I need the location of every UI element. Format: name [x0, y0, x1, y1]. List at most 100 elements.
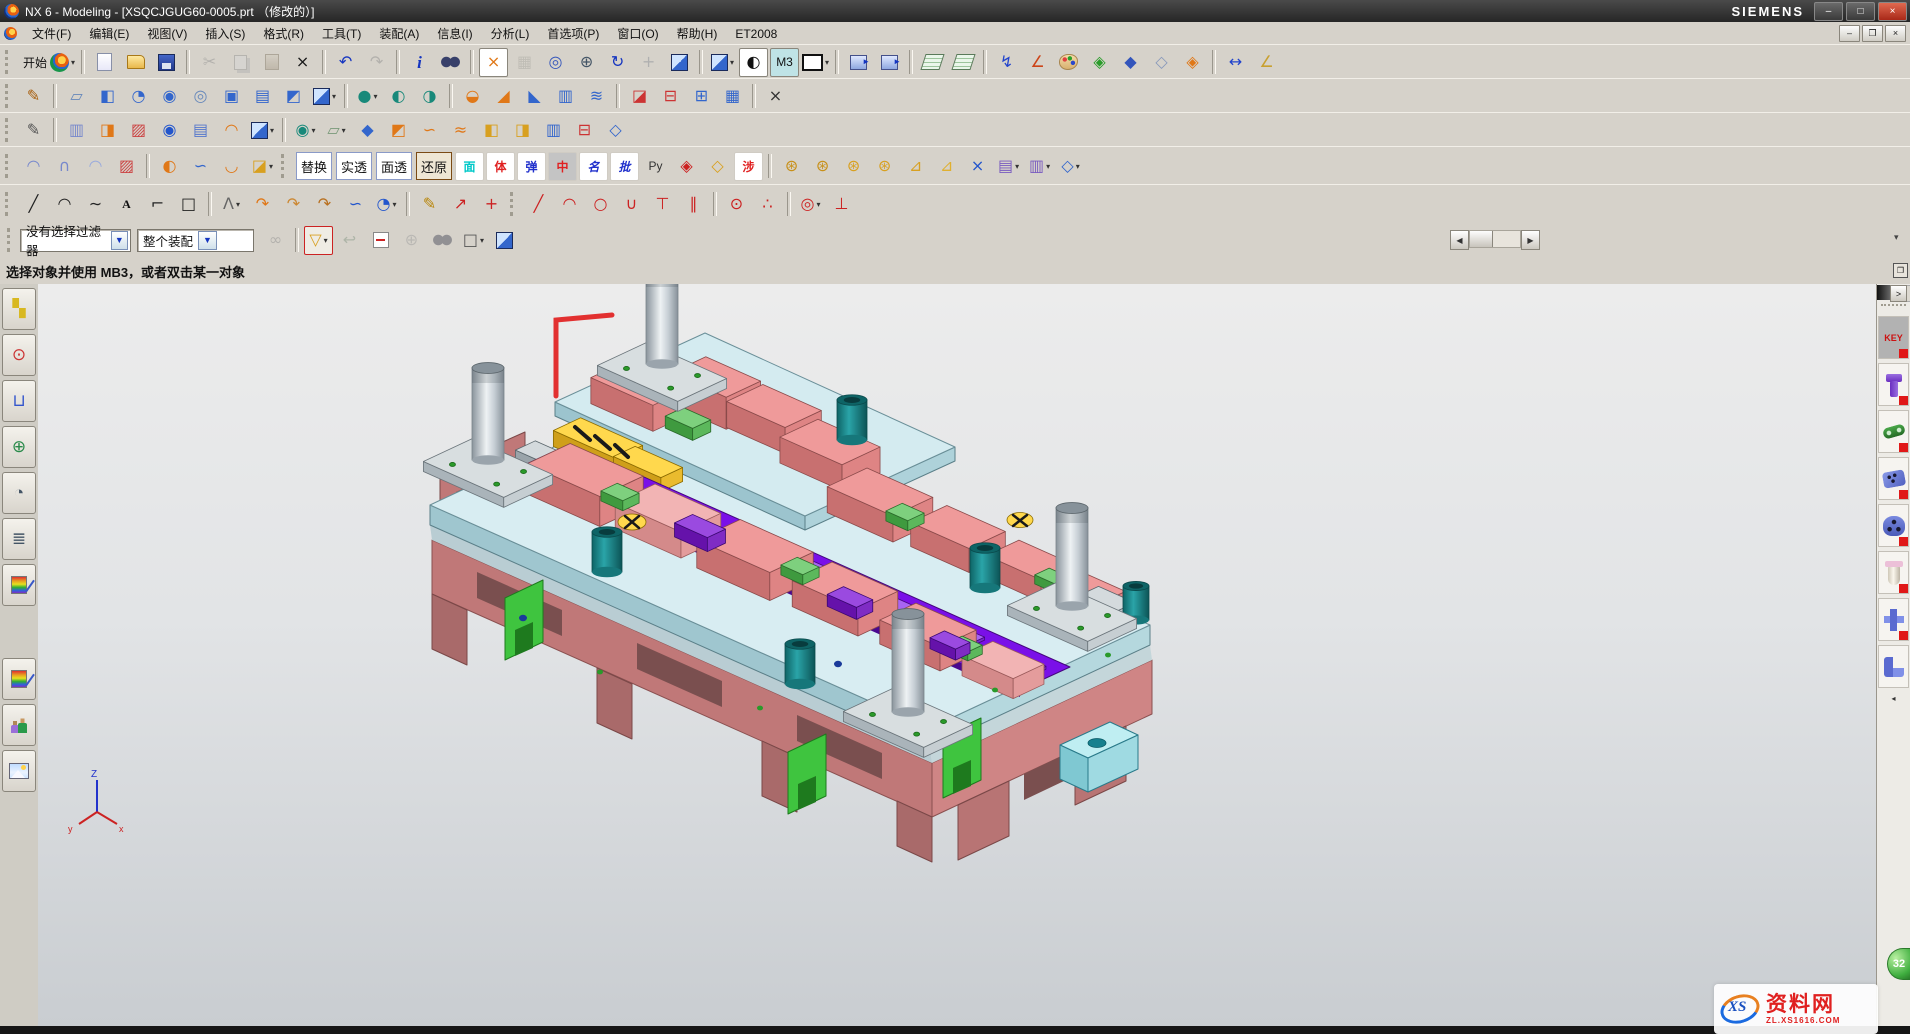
studio-surface-icon[interactable]: ◐ [155, 152, 184, 181]
dropdown-arrow-icon[interactable]: ▾ [373, 92, 377, 101]
palette-item-punch[interactable] [1878, 363, 1909, 406]
draft-check-icon[interactable]: ⊿ [901, 152, 930, 181]
edit-curve-icon[interactable]: ✎ [415, 190, 444, 219]
menu-item[interactable]: 工具(T) [313, 25, 370, 43]
menu-item[interactable]: 首选项(P) [538, 25, 608, 43]
scroll-left-button[interactable]: ◀ [1450, 230, 1469, 250]
panel-grip[interactable] [1881, 304, 1906, 312]
toolbar-grip[interactable] [5, 50, 13, 74]
palette-item-elbow[interactable] [1878, 645, 1909, 688]
mirror-feature-icon[interactable]: ⊞ [687, 82, 716, 111]
s-blend-icon[interactable]: ∽ [415, 116, 444, 145]
part-navigator-icon[interactable]: ⊔ [2, 380, 36, 422]
extend-curve-icon[interactable]: + [477, 190, 506, 219]
copy-icon[interactable] [226, 48, 255, 77]
menu-item[interactable]: 格式(R) [254, 25, 313, 43]
close-table-icon[interactable]: × [963, 152, 992, 181]
delete-icon[interactable]: × [288, 48, 317, 77]
chamfer-icon[interactable]: ◢ [489, 82, 518, 111]
menu-item[interactable]: ET2008 [726, 25, 786, 43]
angle-check-icon[interactable]: ⊿ [932, 152, 961, 181]
red-cube-icon[interactable]: ◈ [672, 152, 701, 181]
trim-body-icon[interactable]: ◪ [625, 82, 654, 111]
roles-icon[interactable] [2, 704, 36, 746]
n-side-surface-icon[interactable]: ∽ [186, 152, 215, 181]
rib-icon[interactable]: ▥ [539, 116, 568, 145]
zoom-circle-icon[interactable]: ◎ [541, 48, 570, 77]
dropdown-arrow-icon[interactable]: ▾ [392, 200, 396, 209]
trim-extend-icon[interactable]: ◨ [93, 116, 122, 145]
notebook-2-icon[interactable]: ▥▾ [1025, 152, 1054, 181]
mdi-restore-button[interactable]: ❐ [1862, 25, 1883, 42]
point-snap-icon[interactable]: ⊕ [397, 226, 426, 255]
gold-tool-3-icon[interactable]: ⊛ [839, 152, 868, 181]
flange-icon[interactable]: ◠ [217, 116, 246, 145]
body-group-icon[interactable]: ▾ [248, 116, 277, 145]
start-button[interactable]: 开始▾ [19, 48, 76, 77]
chevron-down-icon[interactable]: ▼ [198, 231, 217, 250]
joggle-icon[interactable]: ◇ [601, 116, 630, 145]
ruled-surface-icon[interactable]: ◠ [19, 152, 48, 181]
minimize-button[interactable]: – [1814, 2, 1843, 21]
selection-scope-combo[interactable]: 整个装配 ▼ [137, 229, 254, 252]
interference-char-button[interactable]: 涉 [734, 152, 763, 181]
zoom-in-out-icon[interactable]: ⊕ [572, 48, 601, 77]
history-icon[interactable]: ◔ [2, 472, 36, 514]
dropdown-arrow-icon[interactable]: ▾ [236, 200, 240, 209]
close-button[interactable]: × [1878, 2, 1907, 21]
thread-icon[interactable]: ≋ [582, 82, 611, 111]
constraint-navigator-icon[interactable]: ⊙ [2, 334, 36, 376]
boss-icon[interactable]: ◎ [186, 82, 215, 111]
restore-button[interactable]: 还原 [416, 152, 452, 180]
open-file-icon[interactable] [121, 48, 150, 77]
spring-char-button[interactable]: 弹 [517, 152, 546, 181]
immediate-hide-icon[interactable]: ◆ [1116, 48, 1145, 77]
selection-filter-icon[interactable]: ▽▾ [304, 226, 333, 255]
toolbar-overflow-chevron[interactable]: ▾ [1894, 232, 1899, 243]
scroll-right-button[interactable]: ▶ [1521, 230, 1540, 250]
snap-point-icon[interactable] [366, 226, 395, 255]
split-window-icon[interactable] [875, 48, 904, 77]
dropdown-arrow-icon[interactable]: ▾ [269, 162, 273, 171]
gold-tool-1-icon[interactable]: ⊛ [777, 152, 806, 181]
chamfer-corner-icon[interactable]: ⌐ [143, 190, 172, 219]
name-char-button[interactable]: 名 [579, 152, 608, 181]
rollback-icon[interactable]: ↩ [335, 226, 364, 255]
split-icon[interactable]: ⊟ [570, 116, 599, 145]
toolbar-grip[interactable] [5, 154, 13, 178]
panel-scrollbar[interactable]: > [1877, 285, 1910, 302]
redo-icon[interactable]: ↷ [362, 48, 391, 77]
task-sketch-icon[interactable]: ✎ [19, 116, 48, 145]
project-curve-icon[interactable]: ↷ [279, 190, 308, 219]
shaded-view-icon[interactable]: ▾ [708, 48, 737, 77]
datum-plane-icon[interactable]: ▱ [62, 82, 91, 111]
center-char-button[interactable]: 中 [548, 152, 577, 181]
arc2-icon[interactable]: ◠ [555, 190, 584, 219]
visualization-icon[interactable] [2, 564, 36, 606]
pocket-icon[interactable]: ▣ [217, 82, 246, 111]
dropdown-arrow-icon[interactable]: ▾ [342, 126, 346, 135]
wrap-curve-icon[interactable]: ◔▾ [372, 190, 401, 219]
cut-icon[interactable]: ✂ [195, 48, 224, 77]
gold-tool-2-icon[interactable]: ⊛ [808, 152, 837, 181]
fit-view-icon[interactable]: × [479, 48, 508, 77]
shaded-select-icon[interactable] [490, 226, 519, 255]
image-background-icon[interactable] [2, 750, 36, 792]
emboss-body-icon[interactable]: ◆ [353, 116, 382, 145]
curve-mesh-icon[interactable]: ▨ [112, 152, 141, 181]
maximize-button[interactable]: □ [1846, 2, 1875, 21]
render-style-icon[interactable]: ◐ [739, 48, 768, 77]
toolbar-grip[interactable] [7, 228, 15, 252]
toolbar-grip[interactable] [281, 154, 289, 178]
subtract-icon[interactable]: ◐ [384, 82, 413, 111]
highlight-icon[interactable]: ↯ [992, 48, 1021, 77]
panel-scroll-right-button[interactable]: > [1890, 285, 1907, 302]
swept-icon[interactable]: ◠ [81, 152, 110, 181]
bend-icon[interactable]: ◩ [384, 116, 413, 145]
section-curve-icon[interactable]: ∽ [341, 190, 370, 219]
diamond-tool-icon[interactable]: ◇▾ [1056, 152, 1085, 181]
show-hide-icon[interactable]: ◈ [1085, 48, 1114, 77]
new-window-icon[interactable] [844, 48, 873, 77]
menu-item[interactable]: 编辑(E) [80, 25, 138, 43]
scrollbar-thumb[interactable] [1877, 285, 1890, 300]
